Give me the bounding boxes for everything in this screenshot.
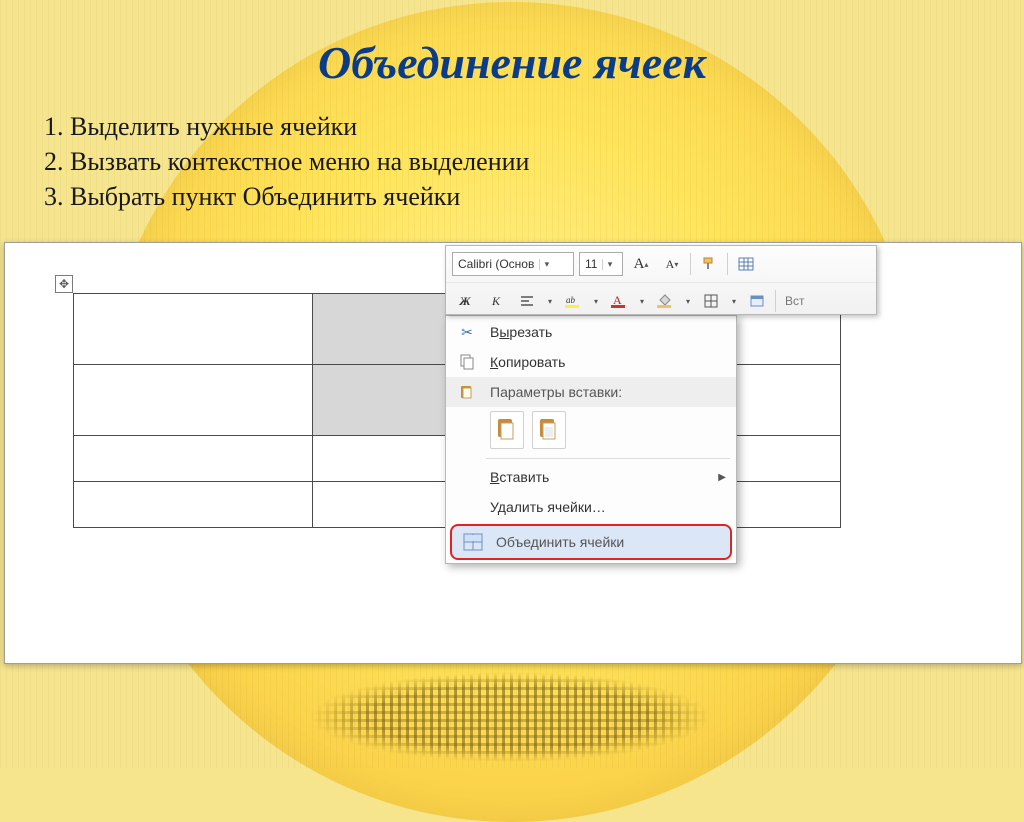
align-button[interactable] <box>514 288 540 314</box>
italic-icon: К <box>492 294 500 309</box>
mini-toolbar: Calibri (Основ ▾ 11 ▾ A ▴ A ▾ <box>445 245 877 315</box>
dropdown-icon[interactable]: ▾ <box>591 297 601 306</box>
dropdown-icon[interactable]: ▾ <box>729 297 739 306</box>
dropdown-icon[interactable]: ▾ <box>602 259 616 270</box>
font-size-combo[interactable]: 11 ▾ <box>579 252 623 276</box>
menu-cut-label: Вырезать <box>484 324 726 340</box>
dropdown-icon[interactable]: ▾ <box>539 259 553 270</box>
shrink-font-icon: A <box>666 257 675 272</box>
font-color-icon: A <box>610 293 628 309</box>
svg-text:ab: ab <box>566 295 576 305</box>
context-menu: ✂ Вырезать Копировать Параметры вставки: <box>445 315 737 564</box>
paste-icon <box>450 377 484 407</box>
paste-option-2[interactable] <box>532 411 566 449</box>
font-size-value: 11 <box>580 257 602 271</box>
menu-delete-cells[interactable]: Удалить ячейки… <box>446 492 736 522</box>
bold-icon: Ж <box>459 294 470 309</box>
step-3: Выбрать пункт Объединить ячейки <box>70 179 710 214</box>
separator <box>727 253 728 275</box>
font-color-button[interactable]: A <box>606 288 632 314</box>
paste-options-row <box>446 407 736 455</box>
table-cell[interactable] <box>74 436 313 482</box>
grow-font-icon: A <box>634 256 645 273</box>
blank-icon <box>450 492 484 522</box>
svg-text:A: A <box>613 293 622 307</box>
table-cell[interactable] <box>74 482 313 528</box>
highlight-button[interactable]: ab <box>560 288 586 314</box>
menu-insert[interactable]: Вставить ▶ <box>446 462 736 492</box>
insert-hint: Вст <box>781 294 805 308</box>
font-name-combo[interactable]: Calibri (Основ ▾ <box>452 252 574 276</box>
menu-delete-cells-label: Удалить ячейки… <box>484 499 726 515</box>
menu-insert-label: Вставить <box>484 469 718 485</box>
word-document-area: ✥ Calibri (Основ ▾ <box>4 242 1022 664</box>
table-icon <box>738 256 754 272</box>
menu-cut[interactable]: ✂ Вырезать <box>446 317 736 347</box>
menu-separator <box>486 458 730 459</box>
borders-icon <box>703 293 719 309</box>
dropdown-icon[interactable]: ▾ <box>637 297 647 306</box>
menu-copy[interactable]: Копировать <box>446 347 736 377</box>
menu-merge-cells-label: Объединить ячейки <box>490 534 720 550</box>
dropdown-icon[interactable]: ▾ <box>545 297 555 306</box>
copy-icon <box>450 347 484 377</box>
font-name-value: Calibri (Основ <box>453 257 539 271</box>
step-1: Выделить нужные ячейки <box>70 109 710 144</box>
menu-copy-label: Копировать <box>484 354 726 370</box>
grow-font-button[interactable]: A ▴ <box>628 251 654 277</box>
separator <box>690 253 691 275</box>
borders-button[interactable] <box>698 288 724 314</box>
format-painter-icon <box>701 256 717 272</box>
decorative-dots <box>310 672 710 762</box>
paste-header-label: Параметры вставки: <box>484 384 726 400</box>
slide-title: Объединение ячеек <box>0 0 1024 89</box>
align-icon <box>519 293 535 309</box>
highlight-icon: ab <box>564 293 582 309</box>
table-cell[interactable] <box>74 294 313 365</box>
table-move-handle[interactable]: ✥ <box>55 275 73 293</box>
submenu-arrow-icon: ▶ <box>718 472 726 483</box>
instruction-list: Выделить нужные ячейки Вызвать контекстн… <box>38 109 710 214</box>
format-painter-button[interactable] <box>696 251 722 277</box>
table-button[interactable] <box>733 251 759 277</box>
menu-paste-header: Параметры вставки: <box>446 377 736 407</box>
shading-button[interactable] <box>652 288 678 314</box>
scissors-icon: ✂ <box>450 317 484 347</box>
merge-cells-icon <box>456 527 490 557</box>
layout-button[interactable] <box>744 288 770 314</box>
bold-button[interactable]: Ж <box>452 288 478 314</box>
menu-merge-cells[interactable]: Объединить ячейки <box>450 524 732 560</box>
separator <box>775 290 776 312</box>
table-cell[interactable] <box>74 365 313 436</box>
blank-icon <box>450 462 484 492</box>
step-2: Вызвать контекстное меню на выделении <box>70 144 710 179</box>
paste-option-1[interactable] <box>490 411 524 449</box>
layout-icon <box>749 293 765 309</box>
shrink-font-button[interactable]: A ▾ <box>659 251 685 277</box>
dropdown-icon[interactable]: ▾ <box>683 297 693 306</box>
bucket-icon <box>656 293 674 309</box>
italic-button[interactable]: К <box>483 288 509 314</box>
